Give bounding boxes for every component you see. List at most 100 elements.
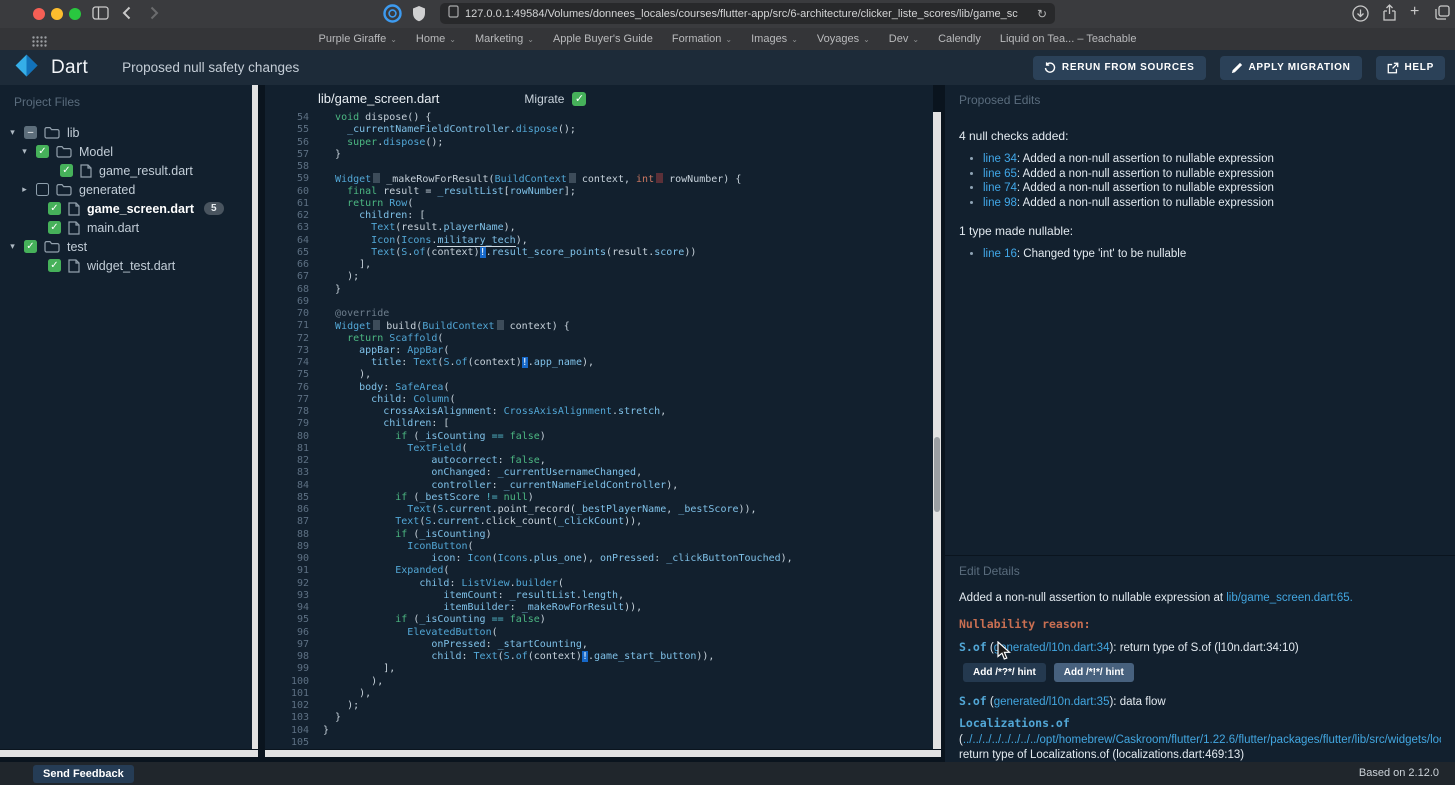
code-line[interactable]: 65 Text(S.of(context)!.result_score_poin… [265, 247, 933, 259]
tree-checkbox[interactable]: ✓ [48, 221, 61, 234]
code-line[interactable]: 59 Widget _makeRowForResult(BuildContext… [265, 173, 933, 185]
edit-line-link[interactable]: line 74 [983, 182, 1017, 194]
tree-checkbox[interactable]: ✓ [48, 259, 61, 272]
code-line[interactable]: 73 appBar: AppBar( [265, 345, 933, 357]
code-line[interactable]: 101 ), [265, 688, 933, 700]
edit-line-link[interactable]: line 65 [983, 168, 1017, 180]
code-line[interactable]: 102 ); [265, 700, 933, 712]
code-line[interactable]: 86 Text(S.current.point_record(_bestPlay… [265, 504, 933, 516]
code-line[interactable]: 72 return Scaffold( [265, 333, 933, 345]
code-line[interactable]: 77 child: Column( [265, 394, 933, 406]
sidebar-toggle-icon[interactable] [92, 6, 109, 25]
tree-right-arrow-icon[interactable]: ▸ [20, 184, 29, 195]
tree-checkbox[interactable] [36, 183, 49, 196]
tree-item-main-dart[interactable]: ✓main.dart [0, 218, 252, 237]
bookmark-item[interactable]: Purple Giraffe⌄ [319, 33, 397, 45]
code-line[interactable]: 84 controller: _currentNameFieldControll… [265, 480, 933, 492]
hint-region-highlight[interactable] [569, 173, 576, 183]
code-line[interactable]: 92 child: ListView.builder( [265, 578, 933, 590]
bookmark-item[interactable]: Marketing⌄ [475, 33, 534, 45]
url-bar[interactable]: 127.0.0.1:49584/Volumes/donnees_locales/… [440, 3, 1055, 24]
code-line[interactable]: 85 if (_bestScore != null) [265, 492, 933, 504]
bookmark-item[interactable]: Voyages⌄ [817, 33, 870, 45]
code-line[interactable]: 83 onChanged: _currentUsernameChanged, [265, 467, 933, 479]
code-line[interactable]: 67 ); [265, 271, 933, 283]
code-line[interactable]: 69 [265, 296, 933, 308]
close-window-button[interactable] [33, 8, 45, 20]
code-line[interactable]: 82 autocorrect: false, [265, 455, 933, 467]
code-line[interactable]: 97 onPressed: _startCounting, [265, 639, 933, 651]
detail-link[interactable]: generated/l10n.dart:34 [994, 642, 1110, 654]
tree-item-generated[interactable]: ▸generated [0, 180, 252, 199]
add-hint-button[interactable]: Add /*!*/ hint [1054, 663, 1134, 682]
code-line[interactable]: 91 Expanded( [265, 565, 933, 577]
bookmark-item[interactable]: Calendly [938, 33, 981, 45]
edit-line-link[interactable]: line 16 [983, 248, 1017, 260]
bookmark-item[interactable]: Apple Buyer's Guide [553, 33, 653, 45]
code-line[interactable]: 76 body: SafeArea( [265, 382, 933, 394]
new-tab-icon[interactable]: + [1410, 3, 1419, 21]
forward-icon[interactable] [150, 6, 159, 25]
downloads-icon[interactable] [1352, 5, 1369, 27]
editor-h-scrollbar[interactable] [265, 750, 941, 757]
add-hint-button[interactable]: Add /*?*/ hint [963, 663, 1046, 682]
code-line[interactable]: 55 _currentNameFieldController.dispose()… [265, 124, 933, 136]
detail-link[interactable]: lib/game_screen.dart:65. [1226, 592, 1353, 604]
code-line[interactable]: 95 if (_isCounting == false) [265, 614, 933, 626]
code-line[interactable]: 54 void dispose() { [265, 112, 933, 124]
tree-item-lib[interactable]: ▾–lib [0, 123, 252, 142]
code-line[interactable]: 74 title: Text(S.of(context)!.app_name), [265, 357, 933, 369]
tree-checkbox[interactable]: ✓ [48, 202, 61, 215]
tree-item-game-screen-dart[interactable]: ✓game_screen.dart5 [0, 199, 252, 218]
reload-icon[interactable]: ↻ [1037, 7, 1047, 21]
code-line[interactable]: 93 itemCount: _resultList.length, [265, 590, 933, 602]
detail-link[interactable]: generated/l10n.dart:35 [994, 696, 1110, 708]
tree-down-arrow-icon[interactable]: ▾ [20, 146, 29, 157]
tree-down-arrow-icon[interactable]: ▾ [8, 241, 17, 252]
code-line[interactable]: 79 children: [ [265, 418, 933, 430]
code-line[interactable]: 68 } [265, 284, 933, 296]
hint-region-highlight[interactable] [497, 320, 504, 330]
code-line[interactable]: 64 Icon(Icons.military_tech), [265, 235, 933, 247]
tree-checkbox[interactable]: – [24, 126, 37, 139]
code-line[interactable]: 56 super.dispose(); [265, 137, 933, 149]
bookmark-item[interactable]: Dev⌄ [889, 33, 919, 45]
code-line[interactable]: 100 ), [265, 676, 933, 688]
code-line[interactable]: 105 [265, 737, 933, 749]
code-line[interactable]: 75 ), [265, 369, 933, 381]
minimize-window-button[interactable] [51, 8, 63, 20]
code-line[interactable]: 99 ], [265, 663, 933, 675]
code-line[interactable]: 81 TextField( [265, 443, 933, 455]
detail-link[interactable]: ../../../../../../../../opt/homebrew/Cas… [963, 734, 1441, 746]
tree-down-arrow-icon[interactable]: ▾ [8, 127, 17, 138]
bookmark-item[interactable]: Images⌄ [751, 33, 798, 45]
code-line[interactable]: 96 ElevatedButton( [265, 627, 933, 639]
privacy-shield-icon[interactable] [412, 5, 426, 27]
code-line[interactable]: 98 child: Text(S.of(context)!.game_start… [265, 651, 933, 663]
code-line[interactable]: 89 IconButton( [265, 541, 933, 553]
migrate-checkbox[interactable]: ✓ [572, 92, 586, 106]
share-icon[interactable] [1382, 4, 1397, 27]
code-line[interactable]: 103 } [265, 712, 933, 724]
sidebar-scrollbar[interactable] [252, 85, 258, 749]
editor-scrollbar-thumb[interactable] [934, 437, 940, 512]
tree-checkbox[interactable]: ✓ [60, 164, 73, 177]
code-line[interactable]: 71 Widget build(BuildContext context) { [265, 320, 933, 332]
code-line[interactable]: 63 Text(result.playerName), [265, 222, 933, 234]
tree-item-model[interactable]: ▾✓Model [0, 142, 252, 161]
help-button[interactable]: HELP [1376, 56, 1445, 80]
code-line[interactable]: 94 itemBuilder: _makeRowForResult)), [265, 602, 933, 614]
tree-checkbox[interactable]: ✓ [36, 145, 49, 158]
code-line[interactable]: 80 if (_isCounting == false) [265, 431, 933, 443]
code-line[interactable]: 57 } [265, 149, 933, 161]
bookmark-item[interactable]: Home⌄ [416, 33, 456, 45]
code-line[interactable]: 66 ], [265, 259, 933, 271]
editor-scrollbar[interactable] [933, 112, 941, 749]
code-line[interactable]: 78 crossAxisAlignment: CrossAxisAlignmen… [265, 406, 933, 418]
code-line[interactable]: 62 children: [ [265, 210, 933, 222]
code-line[interactable]: 87 Text(S.current.click_count(_clickCoun… [265, 516, 933, 528]
tree-item-game-result-dart[interactable]: ✓game_result.dart [0, 161, 252, 180]
bookmark-item[interactable]: Liquid on Tea... – Teachable [1000, 33, 1137, 45]
tree-item-widget-test-dart[interactable]: ✓widget_test.dart [0, 256, 252, 275]
apply-migration-button[interactable]: APPLY MIGRATION [1220, 56, 1362, 80]
